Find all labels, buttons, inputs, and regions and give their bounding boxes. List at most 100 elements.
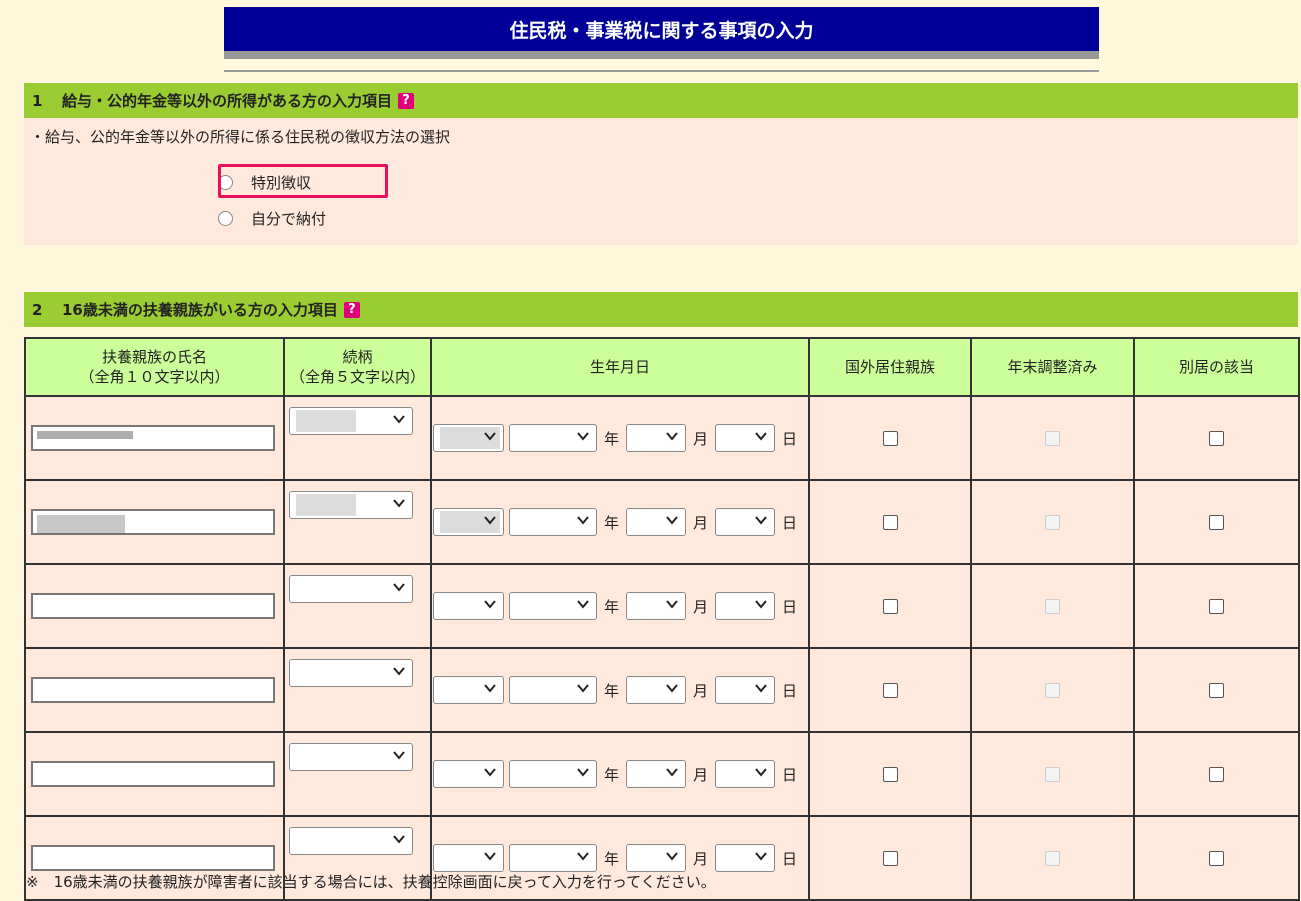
separate-cell bbox=[1133, 563, 1300, 649]
era-select[interactable] bbox=[433, 508, 504, 536]
dependent-name-input[interactable] bbox=[31, 509, 275, 535]
year-end-cell bbox=[970, 563, 1135, 649]
separate-cell bbox=[1133, 815, 1300, 901]
separate-checkbox[interactable] bbox=[1209, 850, 1224, 866]
separate-cell bbox=[1133, 395, 1300, 481]
year-select[interactable] bbox=[509, 508, 597, 536]
year-end-checkbox bbox=[1045, 766, 1060, 782]
relation-cell bbox=[283, 647, 432, 733]
day-label: 日 bbox=[782, 429, 798, 448]
overseas-checkbox[interactable] bbox=[882, 766, 898, 782]
dependent-name-input[interactable] bbox=[31, 845, 275, 871]
chevron-down-icon bbox=[393, 751, 405, 760]
year-select[interactable] bbox=[509, 844, 597, 872]
overseas-cell bbox=[808, 647, 972, 733]
year-select[interactable] bbox=[509, 676, 597, 704]
month-label: 月 bbox=[693, 765, 709, 784]
overseas-checkbox[interactable] bbox=[882, 430, 898, 446]
dependent-name-input[interactable] bbox=[31, 425, 275, 451]
redacted-text bbox=[37, 431, 133, 439]
radio-button[interactable] bbox=[218, 211, 233, 226]
dependent-name-input[interactable] bbox=[31, 593, 275, 619]
day-label: 日 bbox=[782, 597, 798, 616]
radio-self-payment[interactable]: 自分で納付 bbox=[214, 208, 326, 229]
chevron-down-icon bbox=[755, 432, 767, 441]
relation-select[interactable] bbox=[289, 743, 413, 771]
name-cell bbox=[24, 479, 285, 565]
year-end-cell bbox=[970, 395, 1135, 481]
name-cell bbox=[24, 395, 285, 481]
era-select[interactable] bbox=[433, 760, 504, 788]
overseas-checkbox[interactable] bbox=[882, 850, 898, 866]
section2-number: 2 bbox=[32, 300, 43, 319]
separate-cell bbox=[1133, 479, 1300, 565]
overseas-checkbox[interactable] bbox=[882, 598, 898, 614]
separate-cell bbox=[1133, 647, 1300, 733]
help-icon[interactable]: ? bbox=[398, 92, 415, 109]
separate-checkbox[interactable] bbox=[1209, 514, 1224, 530]
era-select[interactable] bbox=[433, 844, 504, 872]
chevron-down-icon bbox=[755, 516, 767, 525]
highlight-box bbox=[218, 164, 388, 198]
day-select[interactable] bbox=[715, 424, 776, 452]
redacted-text bbox=[296, 410, 356, 432]
year-label: 年 bbox=[604, 681, 620, 700]
chevron-down-icon bbox=[666, 516, 678, 525]
overseas-checkbox[interactable] bbox=[882, 514, 898, 530]
col-header-relation: 続柄 （全角５文字以内） bbox=[283, 337, 432, 397]
relation-cell bbox=[283, 731, 432, 817]
day-label: 日 bbox=[782, 513, 798, 532]
month-label: 月 bbox=[693, 849, 709, 868]
year-select[interactable] bbox=[509, 760, 597, 788]
dependent-name-input[interactable] bbox=[31, 761, 275, 787]
day-select[interactable] bbox=[715, 508, 776, 536]
dependent-name-input[interactable] bbox=[31, 677, 275, 703]
chevron-down-icon bbox=[755, 600, 767, 609]
separate-checkbox[interactable] bbox=[1209, 430, 1224, 446]
relation-select[interactable] bbox=[289, 575, 413, 603]
section1-number: 1 bbox=[32, 91, 43, 110]
relation-select[interactable] bbox=[289, 659, 413, 687]
chevron-down-icon bbox=[484, 516, 496, 525]
chevron-down-icon bbox=[393, 835, 405, 844]
chevron-down-icon bbox=[484, 768, 496, 777]
separate-checkbox[interactable] bbox=[1209, 598, 1224, 614]
month-label: 月 bbox=[693, 681, 709, 700]
month-select[interactable] bbox=[626, 424, 687, 452]
month-select[interactable] bbox=[626, 676, 687, 704]
month-select[interactable] bbox=[626, 508, 687, 536]
col-relation-hint: （全角５文字以内） bbox=[289, 368, 425, 386]
chevron-down-icon bbox=[755, 684, 767, 693]
month-select[interactable] bbox=[626, 844, 687, 872]
era-select[interactable] bbox=[433, 676, 504, 704]
year-select[interactable] bbox=[509, 424, 597, 452]
chevron-down-icon bbox=[577, 684, 589, 693]
era-select[interactable] bbox=[433, 424, 504, 452]
day-select[interactable] bbox=[715, 760, 776, 788]
year-select[interactable] bbox=[509, 592, 597, 620]
relation-cell bbox=[283, 479, 432, 565]
month-select[interactable] bbox=[626, 592, 687, 620]
day-select[interactable] bbox=[715, 676, 776, 704]
section2-header: 2 16歳未満の扶養親族がいる方の入力項目 ? bbox=[24, 292, 1298, 327]
table-header-row: 扶養親族の氏名 （全角１０文字以内） 続柄 （全角５文字以内） 生年月日 国外居住親… bbox=[24, 337, 1300, 397]
day-select[interactable] bbox=[715, 592, 776, 620]
help-icon[interactable]: ? bbox=[343, 301, 360, 318]
col-name-label: 扶養親族の氏名 bbox=[101, 348, 207, 366]
separate-cell bbox=[1133, 731, 1300, 817]
relation-select[interactable] bbox=[289, 491, 413, 519]
chevron-down-icon bbox=[484, 600, 496, 609]
title-rule bbox=[224, 70, 1099, 72]
era-select[interactable] bbox=[433, 592, 504, 620]
year-end-cell bbox=[970, 479, 1135, 565]
day-select[interactable] bbox=[715, 844, 776, 872]
dependents-table: 扶養親族の氏名 （全角１０文字以内） 続柄 （全角５文字以内） 生年月日 国外居住親… bbox=[24, 337, 1300, 901]
chevron-down-icon bbox=[577, 852, 589, 861]
month-select[interactable] bbox=[626, 760, 687, 788]
separate-checkbox[interactable] bbox=[1209, 766, 1224, 782]
overseas-checkbox[interactable] bbox=[882, 682, 898, 698]
relation-select[interactable] bbox=[289, 827, 413, 855]
relation-select[interactable] bbox=[289, 407, 413, 435]
col-header-separate: 別居の該当 bbox=[1133, 337, 1300, 397]
separate-checkbox[interactable] bbox=[1209, 682, 1224, 698]
